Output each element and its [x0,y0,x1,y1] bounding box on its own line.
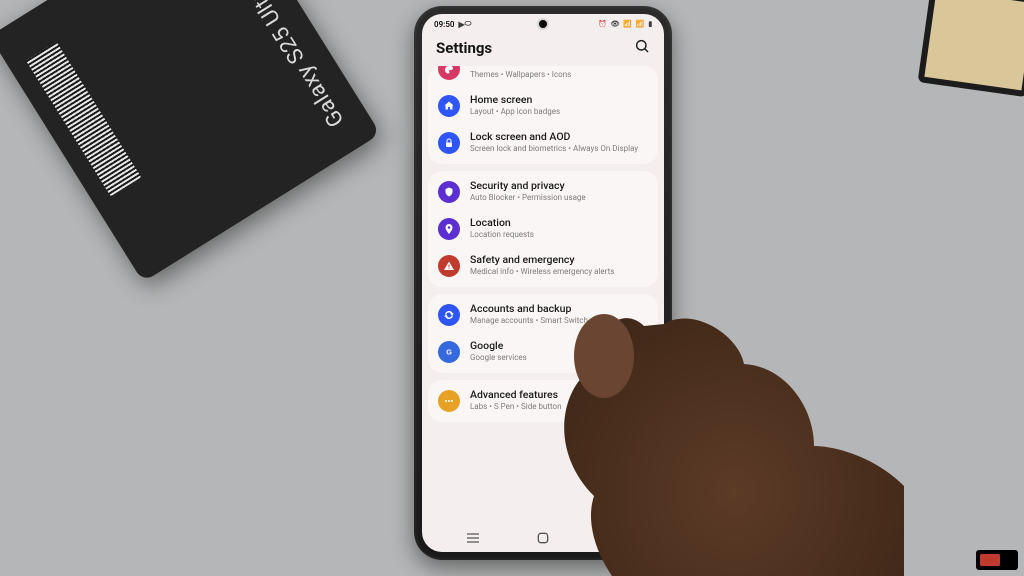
settings-row-home-screen[interactable]: Home screenLayout • App icon badges [428,88,658,125]
home-icon [438,95,460,117]
svg-text:G: G [446,348,452,357]
row-subtitle: Auto Blocker • Permission usage [470,193,586,202]
row-subtitle: Manage accounts • Smart Switch [470,316,588,325]
google-icon: G [438,341,460,363]
row-text: GoogleGoogle services [470,340,527,362]
row-text: Security and privacyAuto Blocker • Permi… [470,180,586,202]
row-subtitle: Google services [470,353,527,362]
row-title: Lock screen and AOD [470,131,638,143]
navigation-bar [422,526,664,552]
barcode-graphic [26,42,141,197]
row-title: Safety and emergency [470,254,614,266]
row-title: Advanced features [470,389,561,401]
settings-row-google[interactable]: G GoogleGoogle services [428,334,658,371]
product-box-prop: Galaxy S25 Ultra [0,0,381,282]
settings-row-lock-aod[interactable]: Lock screen and AODScreen lock and biome… [428,125,658,162]
row-text: Lock screen and AODScreen lock and biome… [470,131,638,153]
row-subtitle: Labs • S Pen • Side button [470,402,561,411]
settings-row-accounts[interactable]: Accounts and backupManage accounts • Sma… [428,296,658,334]
product-box-label: Galaxy S25 Ultra [239,0,349,131]
settings-row-advanced[interactable]: Advanced featuresLabs • S Pen • Side but… [428,382,658,420]
row-text: ThemesThemes • Wallpapers • Icons [470,66,571,79]
settings-group: ThemesThemes • Wallpapers • Icons Home sc… [428,66,658,164]
row-text: Safety and emergencyMedical info • Wirel… [470,254,614,276]
battery-icon: ▮ [648,20,652,28]
settings-group: Security and privacyAuto Blocker • Permi… [428,171,658,287]
row-text: Advanced featuresLabs • S Pen • Side but… [470,389,561,411]
row-title: Accounts and backup [470,303,588,315]
row-text: LocationLocation requests [470,217,534,239]
vibrate-icon: 👁 [611,20,620,28]
settings-row-security[interactable]: Security and privacyAuto Blocker • Permi… [428,173,658,211]
phone-frame: 09:50 ▶ ⬭ ⏰ 👁 📶 📶 ▮ Settings ThemesTheme… [414,6,672,560]
lock-icon [438,132,460,154]
settings-row-safety[interactable]: Safety and emergencyMedical info • Wirel… [428,248,658,285]
row-title: Security and privacy [470,180,586,192]
nav-recents-button[interactable] [453,532,493,544]
nav-home-button[interactable] [523,530,563,546]
signal-1-icon: 📶 [623,20,632,28]
alert-icon [438,255,460,277]
status-rec-icon: ⬭ [465,19,472,29]
dots-icon [438,390,460,412]
search-icon [634,38,650,54]
row-title: Location [470,217,534,229]
nav-back-button[interactable] [594,531,634,545]
pin-icon [438,218,460,240]
phone-screen: 09:50 ▶ ⬭ ⏰ 👁 📶 📶 ▮ Settings ThemesTheme… [422,14,664,552]
settings-row-location[interactable]: LocationLocation requests [428,211,658,248]
row-subtitle: Layout • App icon badges [470,107,560,116]
row-subtitle: Location requests [470,230,534,239]
row-title: Home screen [470,94,560,106]
page-title: Settings [436,39,492,57]
paint-icon [438,66,460,80]
sync-icon [438,304,460,326]
status-time: 09:50 [434,20,454,29]
row-subtitle: Screen lock and biometrics • Always On D… [470,144,638,153]
settings-list[interactable]: ThemesThemes • Wallpapers • Icons Home sc… [422,66,664,526]
settings-header: Settings [422,34,664,66]
punch-hole-camera [539,20,547,28]
row-text: Accounts and backupManage accounts • Sma… [470,303,588,325]
settings-group: Accounts and backupManage accounts • Sma… [428,294,658,373]
row-subtitle: Medical info • Wireless emergency alerts [470,267,614,276]
search-button[interactable] [634,38,650,58]
row-title: Google [470,340,527,352]
shield-icon [438,181,460,203]
signal-2-icon: 📶 [636,20,645,28]
row-text: Home screenLayout • App icon badges [470,94,560,116]
alarm-icon: ⏰ [598,20,607,28]
row-title: Themes [470,66,571,69]
channel-watermark [976,550,1018,570]
settings-group: Advanced featuresLabs • S Pen • Side but… [428,380,658,422]
row-subtitle: Themes • Wallpapers • Icons [470,70,571,79]
settings-row-themes[interactable]: ThemesThemes • Wallpapers • Icons [428,66,658,88]
corner-prop [918,0,1024,97]
